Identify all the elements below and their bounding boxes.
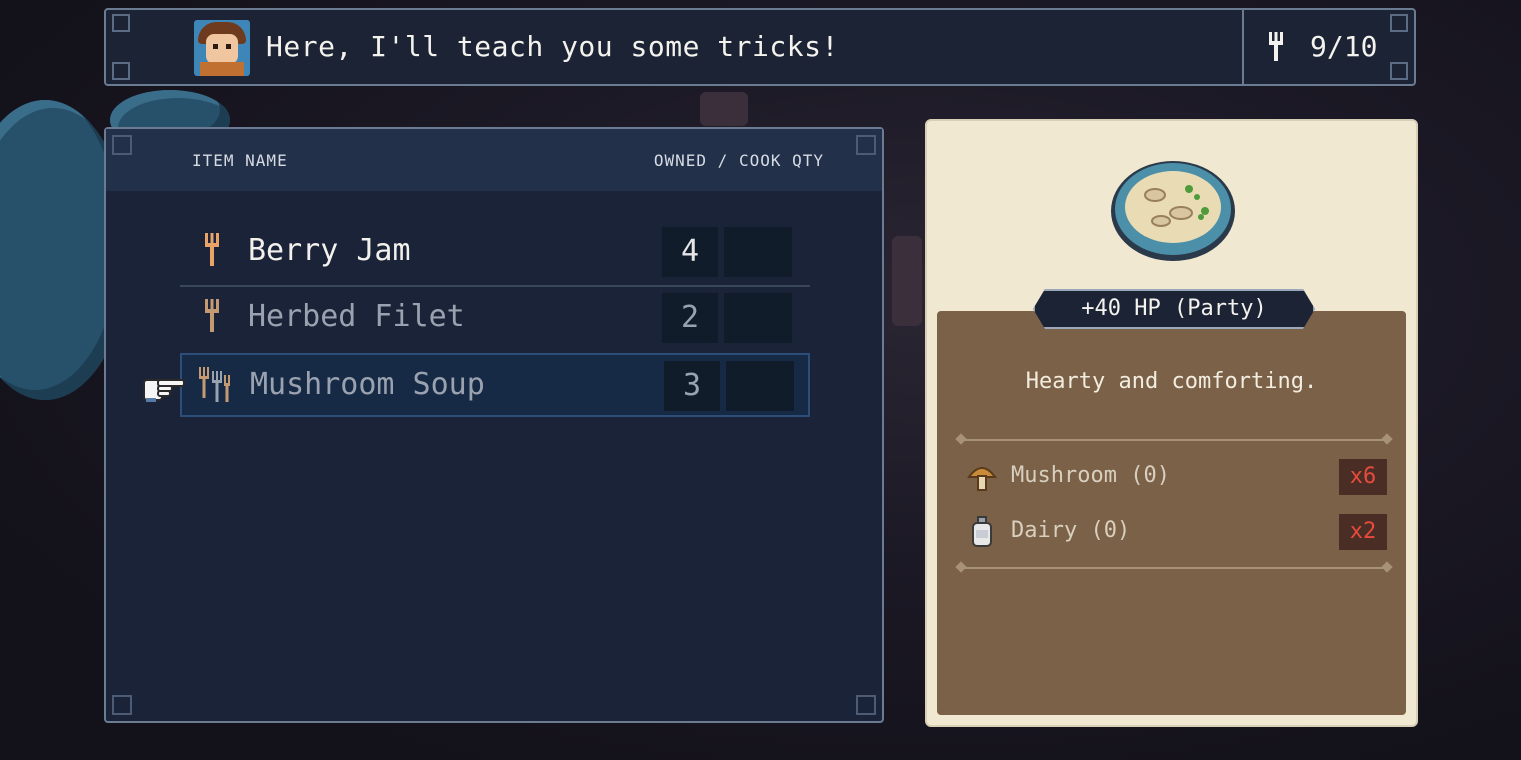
pointing-hand-icon — [142, 374, 186, 404]
ornament-corner — [1390, 14, 1408, 32]
recipe-name: Mushroom Soup — [250, 367, 485, 402]
multi-fork-icon — [198, 367, 232, 410]
mushroom-icon — [967, 461, 997, 493]
speaker-avatar — [194, 20, 250, 76]
ornament-divider — [961, 439, 1387, 441]
ornament-corner — [112, 62, 130, 80]
ornament-corner — [856, 135, 876, 155]
ingredient-name: Dairy (0) — [1011, 518, 1131, 543]
recipe-name: Herbed Filet — [248, 299, 465, 334]
effect-badge: +40 HP (Party) — [1033, 289, 1315, 329]
ingredient-required: x6 — [1339, 459, 1387, 495]
dialog-bar: Here, I'll teach you some tricks! 9/10 — [104, 8, 1416, 86]
ornament-corner — [112, 695, 132, 715]
ornament-divider — [961, 567, 1387, 569]
recipe-list-panel: ITEM NAME OWNED / COOK QTY Berry Jam 4 H… — [104, 127, 884, 723]
fork-icon — [204, 299, 220, 340]
ingredient-name: Mushroom (0) — [1011, 463, 1170, 488]
item-name-header: ITEM NAME — [192, 151, 288, 170]
fork-icon — [1268, 32, 1284, 69]
recipe-row-herbed-filet[interactable]: Herbed Filet 2 — [180, 287, 810, 349]
dialog-divider — [1242, 10, 1244, 84]
recipe-counter: 9/10 — [1310, 30, 1378, 63]
owned-count: 4 — [662, 227, 718, 277]
recipe-row-mushroom-soup[interactable]: Mushroom Soup 3 — [180, 353, 810, 417]
list-header: ITEM NAME OWNED / COOK QTY — [106, 129, 882, 191]
ornament-corner — [1390, 62, 1408, 80]
recipe-detail-panel: +40 HP (Party) Hearty and comforting. Mu… — [925, 119, 1418, 727]
background-character — [700, 92, 748, 126]
dialog-text: Here, I'll teach you some tricks! — [266, 30, 839, 63]
recipe-description: Hearty and comforting. — [1025, 369, 1318, 394]
owned-count: 3 — [664, 361, 720, 411]
ingredient-required: x2 — [1339, 514, 1387, 550]
recipe-row-berry-jam[interactable]: Berry Jam 4 — [180, 221, 810, 283]
background-character — [892, 236, 922, 326]
soup-bowl-icon — [1109, 155, 1237, 263]
cook-qty-field[interactable] — [724, 293, 792, 343]
milk-bottle-icon — [967, 516, 997, 548]
recipe-name: Berry Jam — [248, 233, 411, 268]
ingredient-row-dairy: Dairy (0) x2 — [967, 512, 1387, 552]
ornament-corner — [112, 135, 132, 155]
fork-icon — [204, 233, 220, 274]
cook-qty-field[interactable] — [726, 361, 794, 411]
ornament-corner — [112, 14, 130, 32]
owned-count: 2 — [662, 293, 718, 343]
owned-qty-header: OWNED / COOK QTY — [653, 151, 824, 170]
cook-qty-field[interactable] — [724, 227, 792, 277]
ingredient-row-mushroom: Mushroom (0) x6 — [967, 457, 1387, 497]
ornament-corner — [856, 695, 876, 715]
